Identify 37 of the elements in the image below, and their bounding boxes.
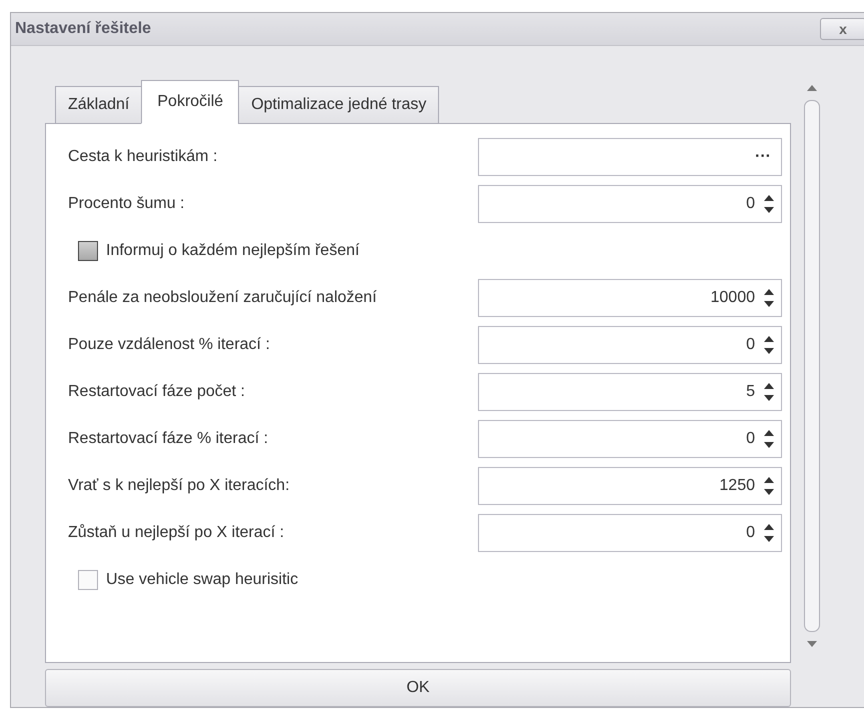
- number-field[interactable]: 0: [478, 326, 782, 364]
- browse-button[interactable]: ···: [751, 148, 775, 166]
- field-label: Cesta k heuristikám :: [68, 148, 218, 166]
- field-label: Procento šumu :: [68, 195, 184, 213]
- number-field[interactable]: 1250: [478, 467, 782, 505]
- spin-arrows-icon[interactable]: [763, 287, 775, 309]
- ok-button[interactable]: OK: [45, 669, 791, 707]
- number-field[interactable]: 5: [478, 373, 782, 411]
- number-field[interactable]: 10000: [478, 279, 782, 317]
- spin-arrows-icon[interactable]: [763, 334, 775, 356]
- spin-arrows-icon[interactable]: [763, 381, 775, 403]
- close-button[interactable]: x: [820, 18, 864, 40]
- number-field[interactable]: 0: [478, 514, 782, 552]
- path-field[interactable]: ···: [478, 138, 782, 176]
- field-label: Vrať s k nejlepší po X iteracích:: [68, 477, 290, 495]
- number-field[interactable]: 0: [478, 420, 782, 458]
- spin-arrows-icon[interactable]: [763, 522, 775, 544]
- checkbox[interactable]: [78, 570, 98, 590]
- window-title: Nastavení řešitele: [15, 20, 152, 38]
- number-field[interactable]: 0: [478, 185, 782, 223]
- scroll-thumb[interactable]: [804, 100, 820, 632]
- checkbox-label: Informuj o každém nejlepším řešení: [106, 242, 360, 260]
- spin-arrows-icon[interactable]: [763, 193, 775, 215]
- field-label: Pouze vzdálenost % iterací :: [68, 336, 270, 354]
- scroll-up-icon[interactable]: [806, 84, 818, 92]
- scroll-down-icon[interactable]: [806, 640, 818, 648]
- field-label: Restartovací fáze % iterací :: [68, 430, 268, 448]
- checkbox-label: Use vehicle swap heurisitic: [106, 571, 298, 589]
- tab[interactable]: Pokročilé: [141, 80, 240, 124]
- spin-arrows-icon[interactable]: [763, 475, 775, 497]
- tab[interactable]: Optimalizace jedné trasy: [238, 86, 440, 124]
- spin-arrows-icon[interactable]: [763, 428, 775, 450]
- checkbox[interactable]: [78, 241, 98, 261]
- field-label: Penále za neobsloužení zaručující naložení: [68, 289, 377, 307]
- field-label: Restartovací fáze počet :: [68, 383, 245, 401]
- field-label: Zůstaň u nejlepší po X iterací :: [68, 524, 284, 542]
- tab[interactable]: Základní: [55, 86, 142, 124]
